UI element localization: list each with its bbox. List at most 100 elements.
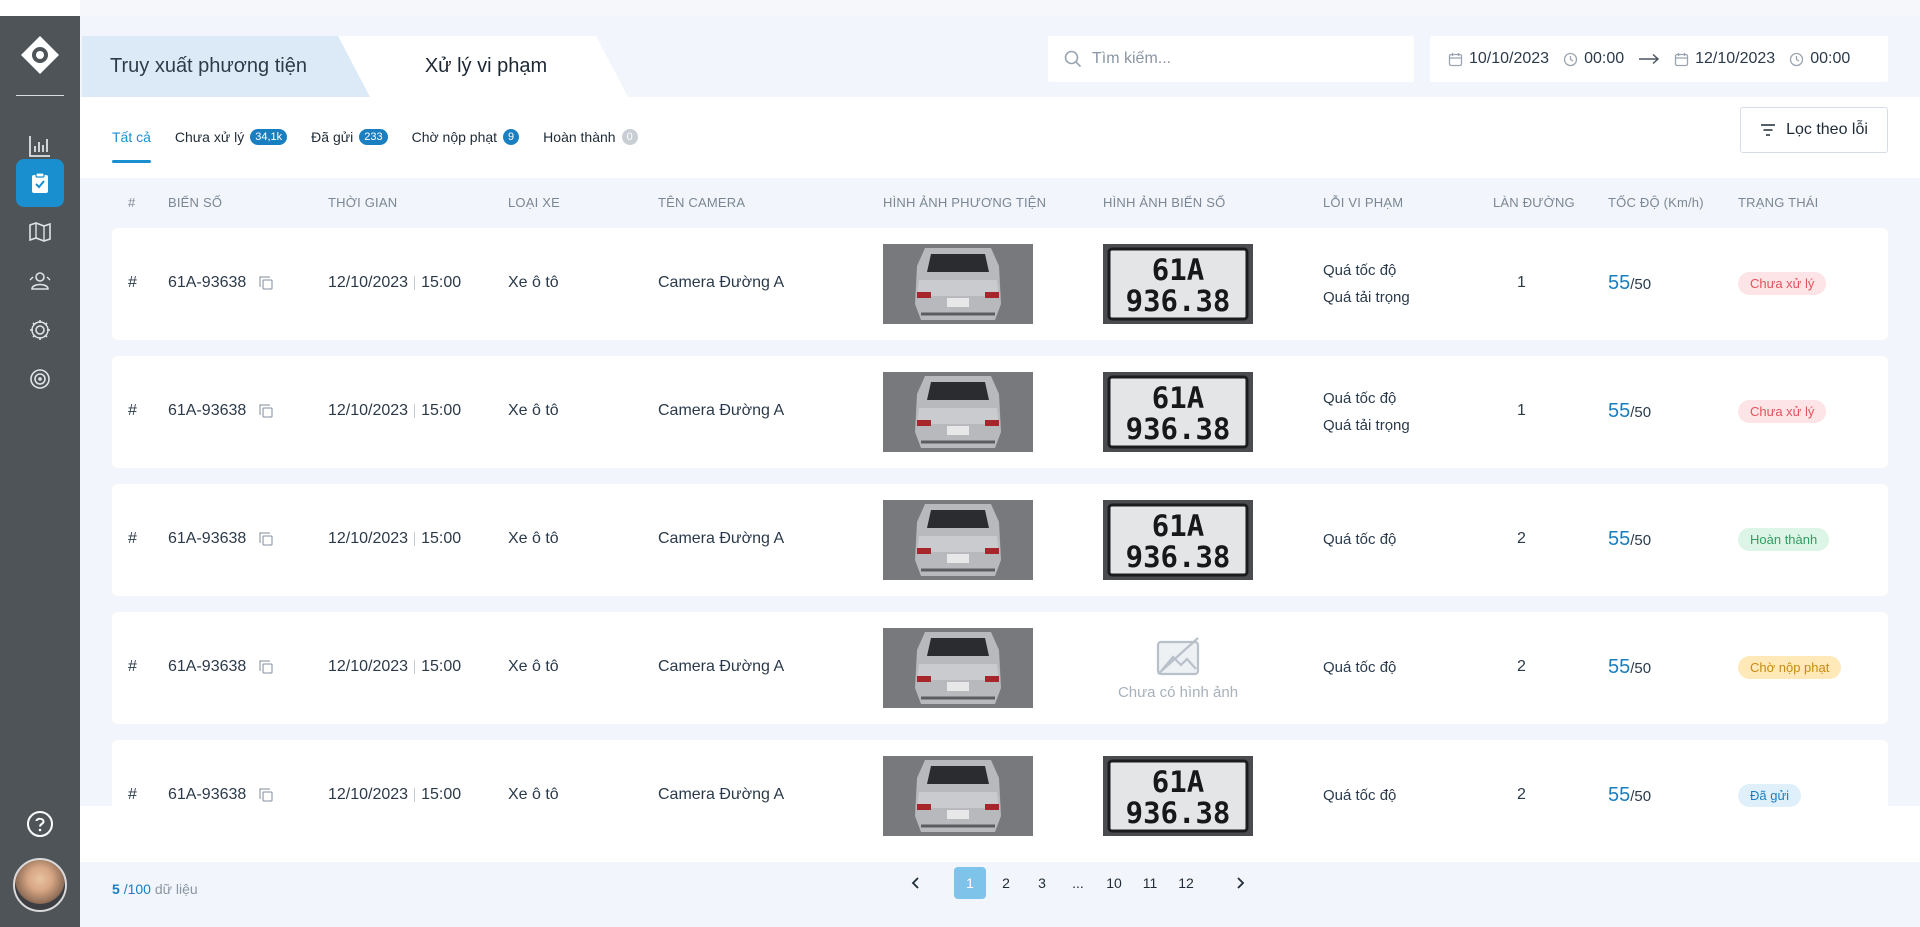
status-tab-sent[interactable]: Đã gửi 233 xyxy=(311,125,388,149)
filter-by-violation-button[interactable]: Lọc theo lỗi xyxy=(1740,107,1888,153)
vehicle-image[interactable] xyxy=(883,500,1033,580)
measured-speed: 55 xyxy=(1608,272,1631,294)
plate-image[interactable]: 61A 936.38 xyxy=(1103,244,1253,324)
column-header: HÌNH ẢNH PHƯƠNG TIỆN xyxy=(883,195,1047,210)
vehicle-type: Xe ô tô xyxy=(508,402,559,419)
status-tab-all[interactable]: Tất cả xyxy=(112,125,151,163)
row-index: # xyxy=(128,530,137,547)
speed-limit: /50 xyxy=(1630,404,1652,421)
time-cell: 12/10/2023 15:00 xyxy=(328,274,461,292)
page-button[interactable]: 12 xyxy=(1170,867,1202,899)
plate-image[interactable]: 61A 936.38 xyxy=(1103,372,1253,452)
record-count: 5 /100 dữ liệu xyxy=(112,881,198,897)
end-time[interactable]: 00:00 xyxy=(1810,50,1850,68)
column-header: LOẠI XE xyxy=(508,195,560,210)
camera-name: Camera Đường A xyxy=(658,274,785,291)
violation-time: 15:00 xyxy=(421,658,462,675)
status-tab-label: Chờ nộp phạt xyxy=(411,129,498,145)
chevron-left-icon xyxy=(911,877,919,889)
row-index: # xyxy=(128,402,137,419)
copy-icon[interactable] xyxy=(258,787,274,803)
date-range-picker[interactable]: 10/10/2023 00:00 12/10/2023 00:00 xyxy=(1430,36,1888,82)
users-icon xyxy=(29,272,51,290)
plate-cell: 61A-93638 xyxy=(168,786,274,804)
column-header: TÊN CAMERA xyxy=(658,195,746,210)
tab-vehicle-lookup[interactable]: Truy xuất phương tiện xyxy=(82,36,372,97)
logo-icon[interactable] xyxy=(20,35,60,75)
status-tabs: Tất cả Chưa xử lý 34,1k Đã gửi 233 Chờ n… xyxy=(112,125,662,163)
table-row[interactable]: #61A-93638 12/10/2023 15:00 Xe ô tô Camera Đ… xyxy=(112,228,1888,340)
time-separator xyxy=(414,659,416,674)
status-badge: Đã gửi xyxy=(1738,784,1802,807)
copy-icon[interactable] xyxy=(258,403,274,419)
plate-cell: 61A-93638 xyxy=(168,274,274,292)
violation-list: Quá tốc độ xyxy=(1323,782,1396,809)
end-date[interactable]: 12/10/2023 xyxy=(1695,50,1775,68)
gear-icon xyxy=(30,320,50,340)
sidebar-item-settings[interactable] xyxy=(16,306,64,354)
copy-icon[interactable] xyxy=(258,659,274,675)
table-row[interactable]: #61A-93638 12/10/2023 15:00 Xe ô tô Camera Đ… xyxy=(112,740,1888,852)
prev-page-button[interactable] xyxy=(900,867,932,899)
vehicle-image[interactable] xyxy=(883,756,1033,836)
column-header: LỖI VI PHẠM xyxy=(1323,195,1404,210)
vehicle-image[interactable] xyxy=(883,628,1033,708)
plate-image[interactable]: 61A 936.38 xyxy=(1103,500,1253,580)
vehicle-image[interactable] xyxy=(883,372,1033,452)
page-button[interactable]: 3 xyxy=(1026,867,1058,899)
speed-cell: 55/50 xyxy=(1608,400,1651,423)
status-tab-awaiting-fine[interactable]: Chờ nộp phạt 9 xyxy=(412,125,520,149)
copy-icon[interactable] xyxy=(258,531,274,547)
camera-name: Camera Đường A xyxy=(658,658,785,675)
table-body: #61A-93638 12/10/2023 15:00 Xe ô tô Camera Đ… xyxy=(80,228,1920,852)
sidebar-item-map[interactable] xyxy=(16,208,64,256)
plate-image[interactable]: 61A 936.38 xyxy=(1103,756,1253,836)
status-tab-label: Chưa xử lý xyxy=(174,129,245,145)
violation-item: Quá tốc độ xyxy=(1323,787,1397,804)
table-row[interactable]: #61A-93638 12/10/2023 15:00 Xe ô tô Camera Đ… xyxy=(112,356,1888,468)
status-badge: Chưa xử lý xyxy=(1738,400,1827,423)
next-page-button[interactable] xyxy=(1224,867,1256,899)
page-button[interactable]: 1 xyxy=(954,867,986,899)
lane-number: 2 xyxy=(1517,786,1526,803)
record-shown: 5 xyxy=(112,881,120,897)
vehicle-image[interactable] xyxy=(883,244,1033,324)
sidebar-item-camera[interactable] xyxy=(16,355,64,403)
search-box xyxy=(1048,36,1414,82)
violation-date: 12/10/2023 xyxy=(328,274,409,291)
column-header: THỜI GIAN xyxy=(328,195,398,210)
violation-time: 15:00 xyxy=(421,402,462,419)
violation-item: Quá tốc độ xyxy=(1323,659,1397,676)
violation-list: Quá tốc độ xyxy=(1323,654,1396,681)
camera-name: Camera Đường A xyxy=(658,402,785,419)
tab-violation-processing[interactable]: Xử lý vi phạm xyxy=(338,36,628,97)
chart-icon xyxy=(29,136,50,157)
violation-item: Quá tốc độ xyxy=(1323,262,1397,279)
page-button[interactable]: 2 xyxy=(990,867,1022,899)
table-row[interactable]: #61A-93638 12/10/2023 15:00 Xe ô tô Camera Đ… xyxy=(112,612,1888,724)
avatar[interactable] xyxy=(13,858,67,912)
plate-cell: 61A-93638 xyxy=(168,658,274,676)
plate-image-text: 61A xyxy=(1152,253,1204,287)
status-tab-label: Tất cả xyxy=(112,129,151,145)
search-input[interactable] xyxy=(1092,50,1392,68)
sidebar-item-users[interactable] xyxy=(16,257,64,305)
page-button[interactable]: 10 xyxy=(1098,867,1130,899)
sidebar-item-violations[interactable] xyxy=(16,159,64,207)
start-date[interactable]: 10/10/2023 xyxy=(1469,50,1549,68)
table-row[interactable]: #61A-93638 12/10/2023 15:00 Xe ô tô Camera Đ… xyxy=(112,484,1888,596)
measured-speed: 55 xyxy=(1608,528,1631,550)
speed-cell: 55/50 xyxy=(1608,528,1651,551)
help-icon[interactable] xyxy=(26,810,54,838)
copy-icon[interactable] xyxy=(258,275,274,291)
page-button[interactable]: 11 xyxy=(1134,867,1166,899)
lane-number: 2 xyxy=(1517,658,1526,675)
time-cell: 12/10/2023 15:00 xyxy=(328,658,461,676)
violation-date: 12/10/2023 xyxy=(328,530,409,547)
status-badge: Hoàn thành xyxy=(1738,528,1830,551)
speed-limit: /50 xyxy=(1630,276,1652,293)
start-time[interactable]: 00:00 xyxy=(1584,50,1624,68)
status-tab-pending[interactable]: Chưa xử lý 34,1k xyxy=(174,125,288,149)
violation-list: Quá tốc độ Quá tải trọng xyxy=(1323,385,1410,439)
status-tab-completed[interactable]: Hoàn thành 0 xyxy=(543,125,638,149)
